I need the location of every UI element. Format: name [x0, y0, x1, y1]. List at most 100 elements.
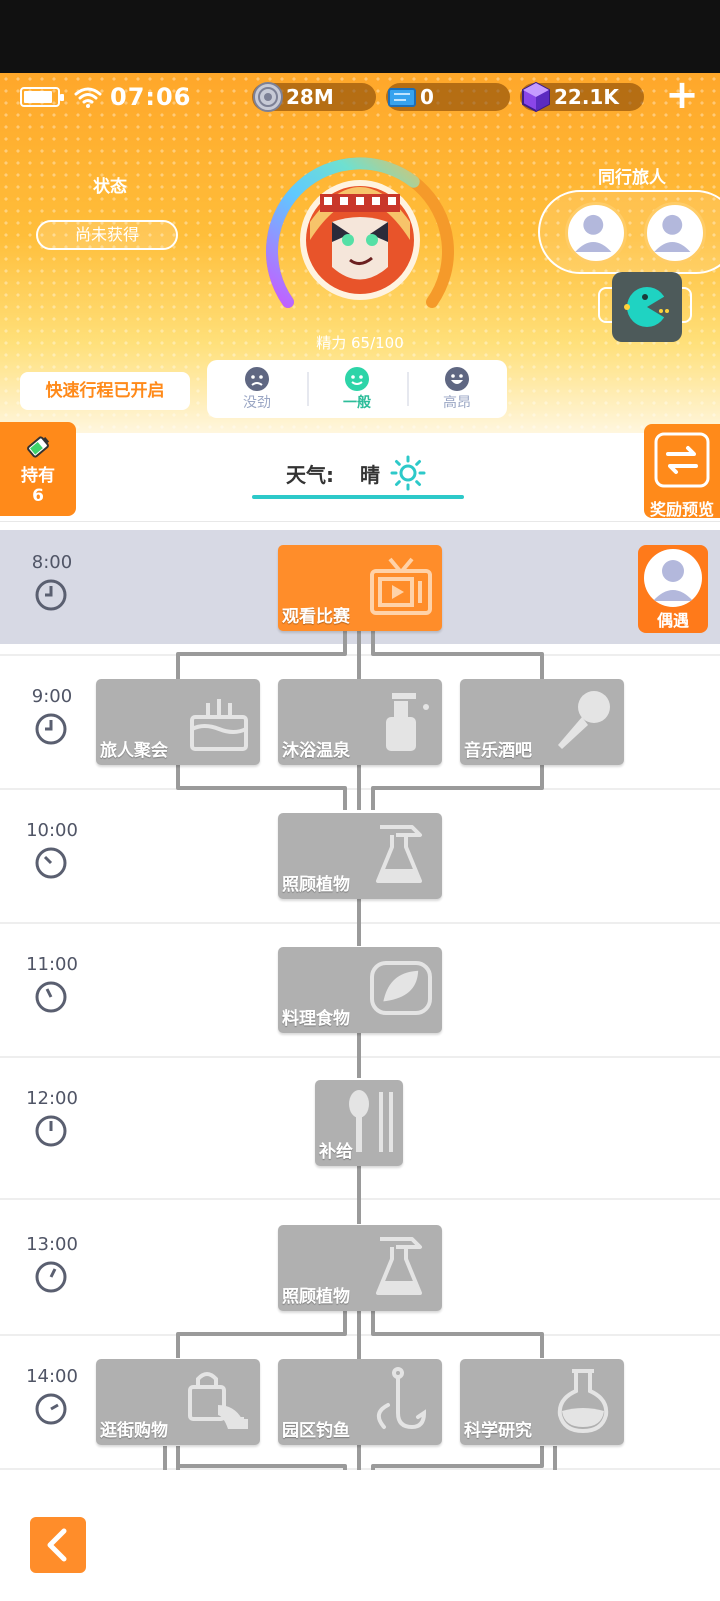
add-currency-button[interactable]: +	[664, 75, 700, 115]
weather-display: 天气: 晴	[286, 455, 426, 491]
clock-icon	[35, 1115, 67, 1147]
row-divider	[0, 654, 720, 656]
spray-bottle-icon	[376, 825, 422, 883]
activity-label: 照顾植物	[282, 875, 350, 895]
activity-label: 逛街购物	[100, 1421, 168, 1441]
user-placeholder-icon	[575, 214, 612, 252]
activity-label: 照顾植物	[282, 1287, 350, 1307]
energy-ring	[266, 157, 454, 308]
character-avatar[interactable]	[306, 186, 414, 294]
crystal-value: 22.1K	[554, 85, 619, 109]
pet-button[interactable]	[612, 272, 682, 342]
held-items-count: 6	[32, 486, 44, 506]
state-value: 尚未获得	[36, 220, 178, 250]
bottom-bar	[0, 1470, 720, 1601]
coin-counter[interactable]: 28M	[252, 82, 376, 112]
reward-preview-label: 奖励预览	[649, 500, 714, 519]
companion-slot-2[interactable]	[644, 202, 706, 264]
clock-time: 07:06	[110, 83, 192, 111]
mood-option-excited[interactable]: 高昂	[407, 360, 507, 418]
flask-icon	[557, 1369, 609, 1434]
encounter-button[interactable]: 偶遇	[638, 545, 708, 633]
state-label: 状态	[93, 177, 127, 197]
activity-watch-match[interactable]: 观看比赛	[278, 545, 442, 631]
clock-icon	[35, 1393, 67, 1425]
activity-research[interactable]: 科学研究	[460, 1359, 624, 1445]
chevron-left-icon	[47, 1528, 67, 1562]
time-label-14: 14:00	[26, 1366, 78, 1387]
time-label-9: 9:00	[31, 686, 73, 707]
activity-music-bar[interactable]: 音乐酒吧	[460, 679, 624, 765]
activity-fishing[interactable]: 园区钓鱼	[278, 1359, 442, 1445]
battery-item-icon	[27, 436, 50, 458]
sad-face-icon	[245, 367, 269, 391]
schedule-top-divider	[0, 521, 720, 522]
activity-traveler-party[interactable]: 旅人聚会	[96, 679, 260, 765]
activity-label: 音乐酒吧	[464, 741, 532, 761]
pacman-pet-icon	[624, 287, 669, 327]
crystal-counter[interactable]: 22.1K	[520, 81, 644, 113]
row-divider	[0, 1334, 720, 1336]
weather-underline	[252, 495, 464, 499]
activity-label: 观看比赛	[282, 607, 350, 627]
mood-option-normal[interactable]: 一般	[307, 360, 407, 418]
held-items-button[interactable]: 持有 6	[0, 422, 76, 516]
wifi-icon	[74, 87, 102, 108]
coin-value: 28M	[286, 85, 334, 109]
row-divider	[0, 1198, 720, 1200]
user-placeholder-icon	[653, 560, 693, 601]
reward-preview-button[interactable]: 奖励预览	[644, 424, 720, 519]
ticket-counter[interactable]: 0	[386, 83, 510, 111]
time-label-12: 12:00	[26, 1088, 78, 1109]
activity-supply[interactable]: 补给	[315, 1080, 403, 1166]
clock-icon	[35, 579, 67, 611]
row-divider	[0, 922, 720, 924]
smile-face-icon	[345, 367, 369, 391]
soap-bottle-icon	[386, 693, 429, 751]
fast-trip-status[interactable]: 快速行程已开启	[20, 372, 190, 410]
clock-icon	[35, 713, 67, 745]
microphone-icon	[558, 691, 610, 749]
cake-icon	[190, 699, 248, 751]
sushi-icon	[370, 961, 432, 1015]
mood-selector: 没劲 一般 高昂	[207, 360, 507, 418]
activity-care-plants[interactable]: 照顾植物	[278, 813, 442, 899]
ticket-icon	[388, 88, 416, 107]
happy-face-icon	[445, 367, 469, 391]
fish-hook-icon	[376, 1367, 427, 1430]
activity-label: 旅人聚会	[100, 741, 168, 761]
swap-arrows-icon	[654, 432, 710, 488]
activity-label: 补给	[319, 1142, 353, 1162]
mood-label: 没劲	[243, 395, 271, 411]
tv-icon	[370, 557, 432, 615]
time-label-11: 11:00	[26, 954, 78, 975]
activity-hot-spring[interactable]: 沐浴温泉	[278, 679, 442, 765]
user-placeholder-icon	[654, 214, 691, 252]
activity-label: 园区钓鱼	[282, 1421, 350, 1441]
sun-icon	[390, 455, 426, 491]
activity-shopping[interactable]: 逛街购物	[96, 1359, 260, 1445]
held-items-label: 持有	[21, 466, 55, 486]
status-bar: 07:06	[20, 82, 191, 112]
clock-icon	[35, 1261, 67, 1293]
clock-icon	[35, 981, 67, 1013]
activity-label: 沐浴温泉	[282, 741, 350, 761]
energy-text: 精力 65/100	[316, 334, 404, 352]
row-divider	[0, 1056, 720, 1058]
device-notch-bar	[0, 0, 720, 73]
back-button[interactable]	[30, 1517, 86, 1573]
activity-care-plants-2[interactable]: 照顾植物	[278, 1225, 442, 1311]
mood-option-bored[interactable]: 没劲	[207, 360, 307, 418]
activity-cook-food[interactable]: 料理食物	[278, 947, 442, 1033]
shopping-bag-icon	[188, 1372, 248, 1429]
coin-icon	[253, 82, 283, 112]
weather-value: 晴	[360, 462, 380, 487]
spray-bottle-icon	[376, 1237, 422, 1295]
time-label-10: 10:00	[26, 820, 78, 841]
time-label-13: 13:00	[26, 1234, 78, 1255]
crystal-icon	[522, 81, 550, 113]
battery-icon	[20, 87, 64, 107]
mood-label: 一般	[343, 395, 371, 411]
companions-label: 同行旅人	[598, 168, 666, 188]
companion-slot-1[interactable]	[565, 202, 627, 264]
